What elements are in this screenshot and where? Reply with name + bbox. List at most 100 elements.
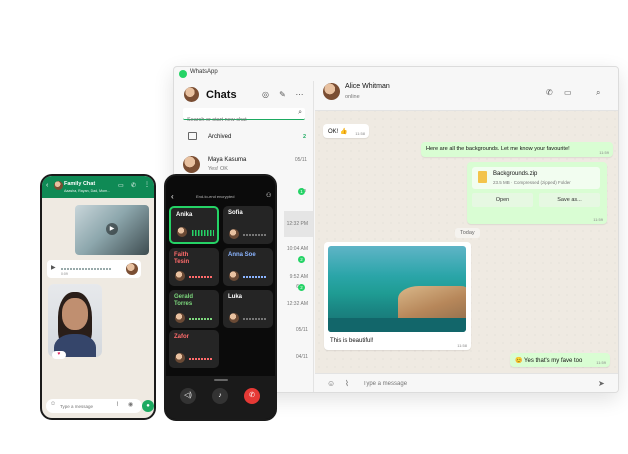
phone-chat-header: ‹ Family Chat Aaasha, Rayan, Dad, Mom...…	[42, 176, 154, 198]
search-input[interactable]	[183, 114, 291, 126]
status-icon[interactable]: ◎	[261, 90, 270, 99]
play-icon[interactable]: ▶	[51, 264, 56, 271]
voice-message[interactable]: ▶ 0:09	[47, 260, 141, 278]
attach-icon[interactable]: ⌇	[345, 379, 349, 388]
new-chat-icon[interactable]: ✎	[278, 90, 287, 99]
play-icon[interactable]: ▶	[106, 223, 118, 235]
chat-time: 9:52 AM	[289, 274, 308, 280]
participant-avatar	[229, 313, 239, 323]
file-meta: 23.5 MB · Compressed (zipped) Folder	[493, 180, 571, 185]
video-message[interactable]: ▶	[75, 205, 149, 255]
voice-call-icon[interactable]: ✆	[546, 88, 553, 97]
message-composer: ☺ ⌇ ➤	[315, 373, 618, 392]
back-arrow-icon[interactable]: ‹	[46, 182, 48, 189]
message-time: 11:59	[596, 360, 606, 365]
photo-image[interactable]	[328, 246, 466, 332]
open-button[interactable]: Open	[472, 193, 533, 207]
send-icon[interactable]: ➤	[598, 379, 605, 388]
chat-time: 12:32 PM	[286, 221, 308, 227]
contact-avatar[interactable]	[323, 83, 340, 100]
mute-mic-icon[interactable]: ♪	[212, 388, 228, 404]
participant-tile[interactable]: Luka	[223, 290, 273, 328]
message-time: 11:58	[457, 343, 467, 348]
audio-waveform	[189, 276, 213, 278]
participant-tile[interactable]: Anna Soe	[223, 248, 273, 286]
phone-group-call-screen: ‹ End-to-end encrypted ⚇ Anika Sofia Fai…	[164, 174, 277, 421]
message-text: 😊 Yes that's my fave too	[515, 358, 583, 364]
attach-icon[interactable]: ⌇	[116, 401, 119, 408]
message-input[interactable]	[60, 401, 120, 411]
message-time: 11:58	[355, 131, 365, 136]
participant-tile[interactable]: Sofia	[223, 206, 273, 244]
end-call-icon[interactable]: ✆	[244, 388, 260, 404]
archived-row[interactable]: Archived 2	[174, 126, 313, 150]
group-name[interactable]: Family Chat	[64, 181, 95, 187]
profile-avatar[interactable]	[184, 87, 199, 102]
speaking-waveform	[192, 230, 214, 236]
avatar	[183, 156, 200, 173]
sender-avatar	[126, 263, 138, 275]
message-bubble-incoming[interactable]: OK! 👍 11:58	[323, 124, 369, 138]
voice-call-icon[interactable]: ✆	[131, 182, 136, 189]
mic-icon[interactable]: ●	[142, 400, 154, 412]
audio-waveform	[243, 234, 267, 236]
emoji-icon[interactable]: ☺	[327, 379, 335, 388]
unread-badge: 2	[298, 284, 305, 291]
participant-tile[interactable]: Zafor	[169, 330, 219, 368]
group-avatar[interactable]	[54, 181, 63, 190]
voice-waveform	[61, 268, 111, 270]
participant-tile[interactable]: Gerald Torres	[169, 290, 219, 328]
chat-row-maya[interactable]: Maya Kasuma Yes! OK 05/11	[174, 152, 313, 176]
archive-icon	[188, 132, 197, 140]
participant-tile[interactable]: Anika	[169, 206, 219, 244]
conversation-pane: Alice Whitman online ✆ ▭ ⌕ OK! 👍 11:58 H…	[315, 67, 618, 392]
file-message-bubble[interactable]: Backgrounds.zip 23.5 MB · Compressed (zi…	[467, 162, 607, 224]
message-bubble-outgoing[interactable]: 😊 Yes that's my fave too 11:59	[510, 353, 610, 367]
audio-waveform	[243, 318, 267, 320]
speaker-icon[interactable]: ◁)	[180, 388, 196, 404]
photo-face	[62, 298, 88, 330]
participant-avatar	[229, 229, 239, 239]
message-time: 11:59	[599, 150, 609, 155]
call-controls: ◁) ♪ ✆	[166, 376, 275, 419]
participant-name: Sofia	[228, 210, 243, 216]
message-text: OK! 👍	[328, 129, 348, 135]
phone-composer: ☺ ⌇ ◉	[46, 399, 142, 413]
more-options-icon[interactable]: ⋯	[295, 90, 304, 99]
voice-duration: 0:09	[61, 272, 68, 276]
photo-message[interactable]	[48, 284, 102, 357]
add-participant-icon[interactable]: ⚇	[266, 192, 271, 199]
contact-name[interactable]: Alice Whitman	[345, 83, 390, 90]
save-as-button[interactable]: Save as...	[539, 193, 600, 207]
drag-handle[interactable]	[214, 379, 228, 381]
camera-icon[interactable]: ◉	[128, 401, 133, 408]
file-attachment[interactable]: Backgrounds.zip 23.5 MB · Compressed (zi…	[472, 167, 600, 189]
more-options-icon[interactable]: ⋮	[144, 181, 150, 188]
window-title: WhatsApp	[190, 69, 218, 75]
photo-message-bubble[interactable]: This is beautiful! 11:58	[324, 242, 471, 350]
video-call-icon[interactable]: ▭	[118, 182, 124, 189]
unread-badge: 1	[298, 188, 305, 195]
participant-avatar	[175, 313, 185, 323]
message-input[interactable]	[363, 378, 583, 390]
emoji-icon[interactable]: ☺	[50, 401, 56, 407]
search-icon[interactable]: ⌕	[596, 88, 600, 98]
participant-name: Gerald Torres	[174, 294, 194, 307]
message-bubble-outgoing[interactable]: Here are all the backgrounds. Let me kno…	[421, 142, 613, 157]
participant-tile[interactable]: Faith Tesin	[169, 248, 219, 286]
reaction-heart-icon[interactable]: ♥	[52, 351, 66, 359]
photo-shore	[328, 318, 466, 332]
group-members: Aaasha, Rayan, Dad, Mom...	[64, 189, 111, 193]
encryption-notice: End-to-end encrypted	[196, 194, 235, 199]
unread-badge: 2	[298, 256, 305, 263]
audio-waveform	[243, 276, 267, 278]
search-bar[interactable]: ⌕	[183, 108, 305, 126]
archived-count: 2	[302, 134, 306, 140]
search-icon[interactable]: ⌕	[298, 109, 302, 117]
chat-time: 10:04 AM	[286, 246, 308, 252]
participant-avatar	[177, 227, 187, 237]
participant-avatar	[229, 271, 239, 281]
back-arrow-icon[interactable]: ‹	[171, 192, 174, 201]
video-call-icon[interactable]: ▭	[564, 88, 572, 97]
message-text: Here are all the backgrounds. Let me kno…	[426, 146, 570, 152]
